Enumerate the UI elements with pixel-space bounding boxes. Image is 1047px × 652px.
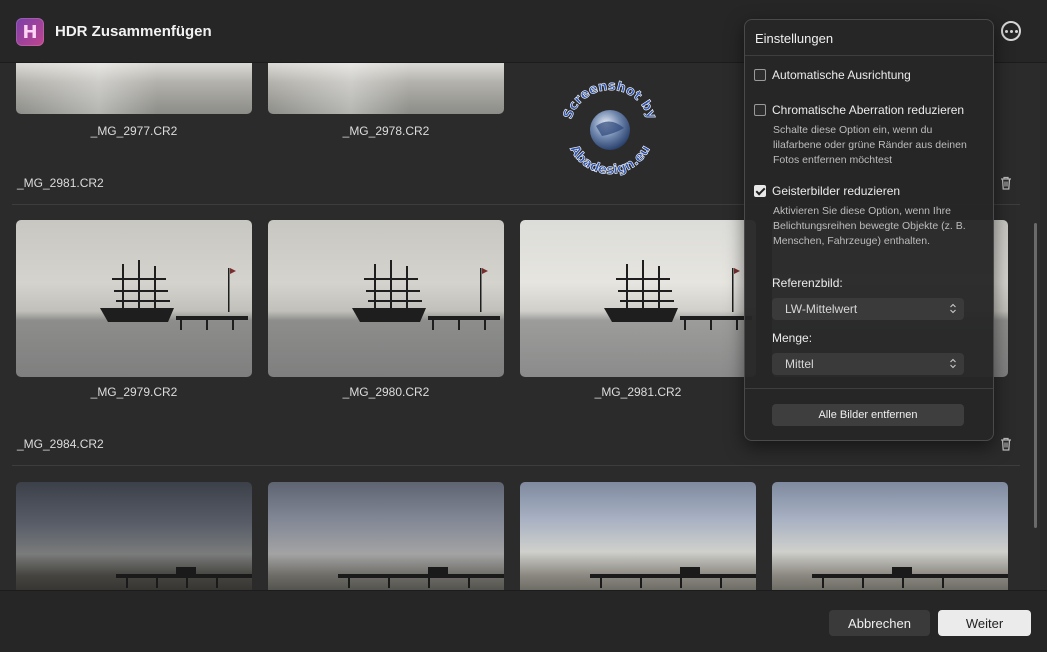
file-name: _MG_2977.CR2 xyxy=(90,124,178,138)
file-name: _MG_2981.CR2 xyxy=(594,385,682,399)
remove-all-images-button[interactable]: Alle Bilder entfernen xyxy=(772,404,964,426)
group-divider xyxy=(12,465,1020,466)
trash-icon[interactable] xyxy=(998,175,1014,191)
amount-value: Mittel xyxy=(785,357,814,371)
chromatic-aberration-checkbox[interactable] xyxy=(754,104,766,116)
more-options-icon[interactable] xyxy=(1001,21,1021,41)
trash-icon[interactable] xyxy=(998,436,1014,452)
reference-image-label: Referenzbild: xyxy=(772,276,843,290)
reference-image-value: LW-Mittelwert xyxy=(785,302,858,316)
thumbnail-sky-3[interactable] xyxy=(520,482,756,590)
ghost-reduction-label[interactable]: Geisterbilder reduzieren xyxy=(772,184,900,198)
chevron-updown-icon xyxy=(950,303,956,314)
chromatic-aberration-hint: Schalte diese Option ein, wenn du lilafa… xyxy=(773,124,967,166)
next-button[interactable]: Weiter xyxy=(938,610,1031,636)
thumbnail-sky-4[interactable] xyxy=(772,482,1008,590)
app-logo-letter: H xyxy=(22,21,38,43)
watermark-seal: Screenshot by Abadesign.eu xyxy=(561,79,660,179)
thumbnail-mg-2981[interactable] xyxy=(520,220,756,377)
vertical-scrollbar[interactable] xyxy=(1034,223,1037,528)
file-name: _MG_2980.CR2 xyxy=(342,385,430,399)
panel-divider xyxy=(745,55,993,56)
app-logo-icon: H xyxy=(16,18,44,46)
ghost-reduction-checkbox[interactable] xyxy=(754,185,766,197)
amount-select[interactable]: Mittel xyxy=(772,353,964,375)
thumbnail-mg-2979[interactable] xyxy=(16,220,252,377)
reference-image-select[interactable]: LW-Mittelwert xyxy=(772,298,964,320)
thumbnail-mg-2977[interactable] xyxy=(16,63,252,114)
dialog-footer: Abbrechen Weiter xyxy=(0,590,1047,652)
thumbnail-mg-2978[interactable] xyxy=(268,63,504,114)
thumbnail-mg-2980[interactable] xyxy=(268,220,504,377)
dialog-title: HDR Zusammenfügen xyxy=(55,23,212,40)
panel-divider xyxy=(745,388,993,389)
group-label: _MG_2984.CR2 xyxy=(17,437,104,451)
settings-panel: Einstellungen Automatische Ausrichtung C… xyxy=(744,19,994,441)
auto-align-checkbox[interactable] xyxy=(754,69,766,81)
file-name: _MG_2979.CR2 xyxy=(90,385,178,399)
group-label: _MG_2981.CR2 xyxy=(17,176,104,190)
file-name: _MG_2978.CR2 xyxy=(342,124,430,138)
thumbnail-sky-1[interactable] xyxy=(16,482,252,590)
ghost-reduction-hint: Aktivieren Sie diese Option, wenn Ihre B… xyxy=(773,205,966,247)
settings-title: Einstellungen xyxy=(755,31,834,46)
thumbnail-sky-2[interactable] xyxy=(268,482,504,590)
chromatic-aberration-label[interactable]: Chromatische Aberration reduzieren xyxy=(772,103,964,117)
amount-label: Menge: xyxy=(772,331,813,345)
auto-align-label[interactable]: Automatische Ausrichtung xyxy=(772,68,911,82)
cancel-button[interactable]: Abbrechen xyxy=(829,610,930,636)
chevron-updown-icon xyxy=(950,358,956,369)
